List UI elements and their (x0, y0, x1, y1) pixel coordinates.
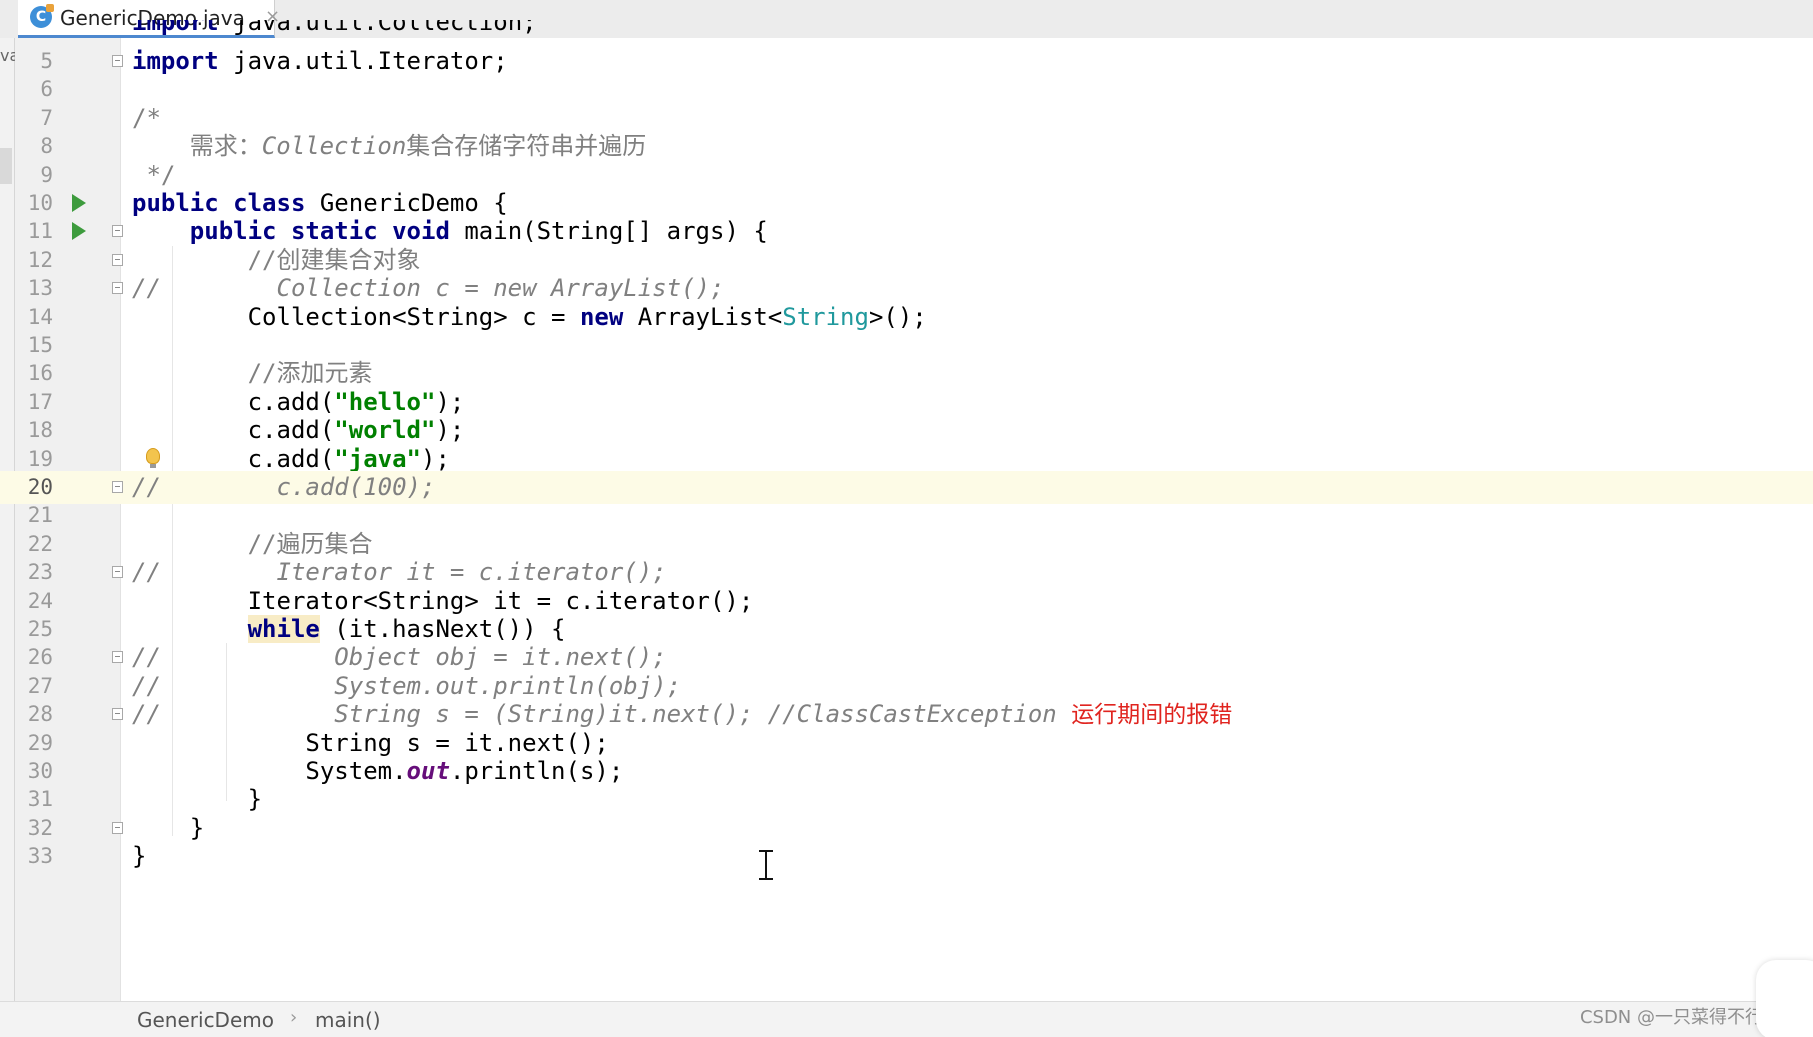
ide-window: C GenericDemo.java × va import java.util… (0, 0, 1813, 1037)
fold-toggle-icon[interactable] (112, 708, 123, 720)
fold-toggle-icon[interactable] (112, 566, 123, 578)
fold-toggle-icon[interactable] (112, 254, 123, 266)
text-cursor-ibeam (759, 850, 773, 880)
fold-toggle-icon[interactable] (112, 651, 123, 663)
fold-toggle-icon[interactable] (112, 822, 123, 834)
code-line-partial[interactable]: import java.util.Collection; (0, 20, 1813, 46)
floating-widget[interactable] (1756, 960, 1813, 1037)
run-icon[interactable] (72, 194, 86, 212)
line-number[interactable]: 33 (15, 840, 53, 873)
fold-toggle-icon[interactable] (112, 481, 123, 493)
breadcrumb: GenericDemo › main() (0, 1001, 1813, 1037)
fold-toggle-icon[interactable] (112, 282, 123, 294)
breadcrumb-item-class[interactable]: GenericDemo (137, 1008, 274, 1032)
fold-toggle-icon[interactable] (112, 55, 123, 67)
code-text: } (132, 842, 147, 870)
code-text: import java.util.Collection; (132, 20, 537, 36)
fold-toggle-icon[interactable] (112, 225, 123, 237)
code-line-33[interactable]: 33} (0, 840, 1813, 873)
chevron-right-icon: › (290, 1007, 298, 1028)
run-icon[interactable] (72, 222, 86, 240)
breadcrumb-item-method[interactable]: main() (315, 1008, 381, 1032)
